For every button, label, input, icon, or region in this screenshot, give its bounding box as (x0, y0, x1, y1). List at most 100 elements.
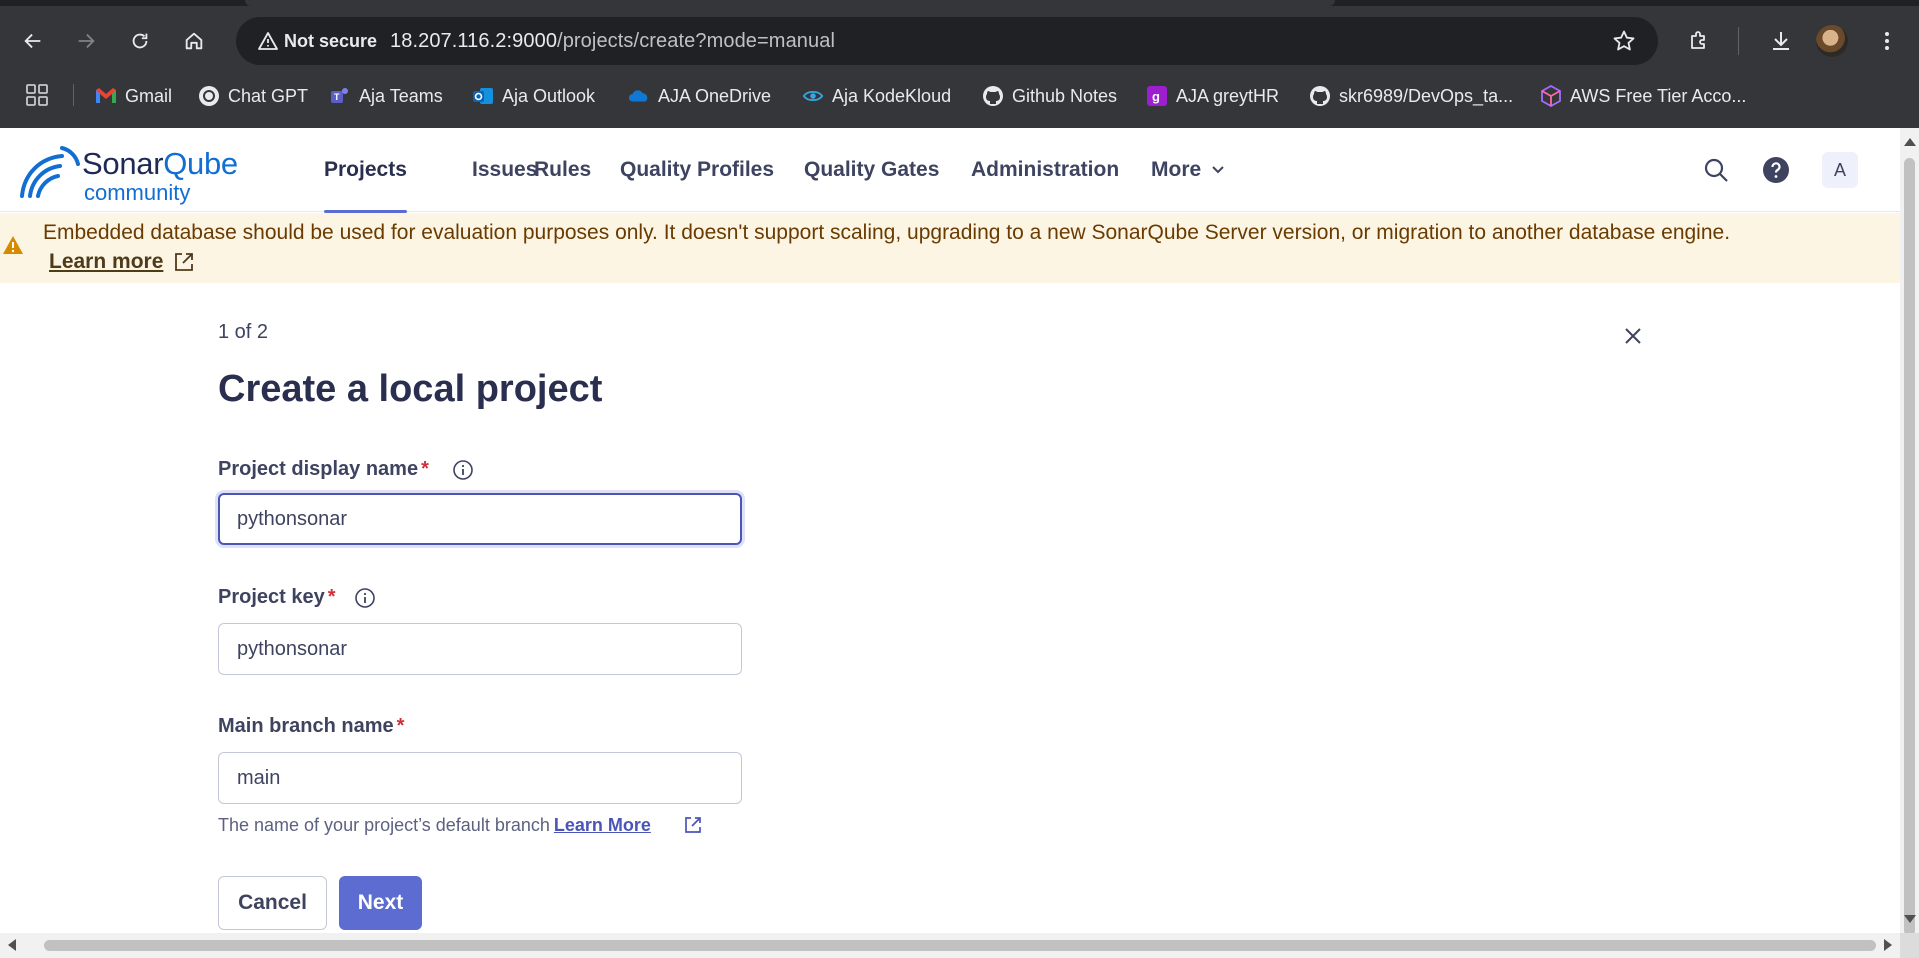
bookmark-greythr[interactable]: g AJA greytHR (1146, 78, 1279, 114)
active-tab[interactable] (245, 0, 1335, 6)
bookmark-gmail[interactable]: Gmail (95, 78, 172, 114)
browser-menu-button[interactable] (1868, 22, 1906, 60)
bookmarks-bar: Gmail Chat GPT T Aja Teams Aja Outlook A… (0, 78, 1919, 114)
back-button[interactable] (14, 22, 52, 60)
database-warning-banner: Embedded database should be used for eva… (0, 213, 1900, 283)
download-icon (1773, 32, 1789, 50)
bookmark-aws[interactable]: AWS Free Tier Acco... (1540, 78, 1746, 114)
bookmark-label: Github Notes (1012, 85, 1118, 106)
required-marker: * (327, 586, 336, 608)
info-icon[interactable] (354, 587, 376, 609)
required-marker: * (396, 715, 405, 737)
forward-button[interactable] (67, 22, 105, 60)
svg-text:T: T (334, 92, 340, 102)
home-icon (185, 32, 203, 50)
horizontal-scrollbar[interactable] (0, 933, 1900, 958)
profile-avatar[interactable] (1816, 25, 1848, 57)
scroll-left-arrow[interactable] (8, 939, 16, 951)
bookmark-label: Chat GPT (228, 85, 309, 106)
bookmark-onedrive[interactable]: AJA OneDrive (628, 78, 771, 114)
close-icon[interactable] (1619, 322, 1647, 350)
nav-projects[interactable]: Projects (324, 128, 407, 213)
sonar-waves-icon (20, 146, 80, 198)
scrollbar-corner (1900, 933, 1919, 958)
project-key-input[interactable] (218, 623, 742, 675)
sonarqube-logo[interactable]: SonarQube community (18, 142, 258, 205)
github-icon (1309, 85, 1331, 107)
aws-icon (1540, 85, 1562, 107)
branch-learn-more-link[interactable]: Learn More (554, 815, 651, 835)
next-button[interactable]: Next (339, 876, 422, 930)
scroll-up-arrow[interactable] (1904, 138, 1916, 146)
bookmark-github-devops[interactable]: skr6989/DevOps_ta... (1309, 78, 1513, 114)
openai-icon (198, 85, 220, 107)
project-key-label: Project key * (218, 586, 336, 609)
bookmark-chatgpt[interactable]: Chat GPT (198, 78, 308, 114)
search-icon (1704, 158, 1728, 182)
kodekloud-icon (802, 85, 824, 107)
logo-wordmark: SonarQube (82, 146, 238, 182)
bookmark-label: Aja Outlook (502, 85, 596, 106)
vertical-scrollbar[interactable] (1900, 128, 1919, 936)
warning-triangle-icon (3, 236, 23, 254)
onedrive-icon (628, 85, 650, 107)
required-marker: * (421, 458, 429, 480)
address-bar[interactable]: Not secure 18.207.116.2:9000/projects/cr… (236, 17, 1658, 65)
nav-administration[interactable]: Administration (971, 128, 1119, 212)
security-label: Not secure (284, 31, 378, 51)
main-branch-label: Main branch name * (218, 715, 404, 738)
bookmark-label: Gmail (125, 85, 173, 106)
scroll-right-arrow[interactable] (1884, 939, 1892, 951)
security-chip[interactable]: Not secure (246, 25, 389, 57)
nav-quality-gates[interactable]: Quality Gates (804, 128, 939, 212)
external-link-icon[interactable] (173, 251, 195, 273)
bookmark-label: AWS Free Tier Acco... (1570, 85, 1747, 106)
help-button[interactable] (1758, 152, 1794, 188)
teams-icon: T (329, 85, 351, 107)
logo-word-qube: Qube (163, 146, 238, 181)
url-text[interactable]: 18.207.116.2:9000/projects/create?mode=m… (390, 17, 835, 65)
reload-button[interactable] (121, 22, 159, 60)
branch-help-message: The name of your project’s default branc… (218, 815, 550, 835)
info-icon[interactable] (452, 459, 474, 481)
nav-more[interactable]: More (1151, 128, 1225, 212)
branch-help-text: The name of your project’s default branc… (218, 815, 651, 836)
url-path: /projects/create?mode=manual (557, 30, 836, 52)
bookmark-outlook[interactable]: Aja Outlook (472, 78, 595, 114)
search-button[interactable] (1698, 152, 1734, 188)
extensions-button[interactable] (1680, 22, 1718, 60)
nav-issues[interactable]: Issues (472, 128, 537, 212)
nav-quality-profiles[interactable]: Quality Profiles (620, 128, 774, 212)
bookmark-kodekloud[interactable]: Aja KodeKloud (802, 78, 951, 114)
main-branch-input[interactable] (218, 752, 742, 804)
project-display-name-input[interactable] (218, 493, 742, 545)
tab-strip (0, 0, 1919, 6)
logo-word-sonar: Sonar (82, 146, 164, 181)
bookmark-teams[interactable]: T Aja Teams (329, 78, 443, 114)
bookmark-label: skr6989/DevOps_ta... (1339, 85, 1514, 106)
step-indicator: 1 of 2 (218, 321, 269, 343)
outlook-icon (472, 85, 494, 107)
kebab-menu-icon (1885, 32, 1889, 50)
nav-rules[interactable]: Rules (534, 128, 591, 212)
main-branch-label-text: Main branch name (218, 715, 394, 737)
bookmark-github-notes[interactable]: Github Notes (982, 78, 1117, 114)
url-host: 18.207.116.2:9000 (390, 30, 558, 52)
user-avatar[interactable]: A (1822, 152, 1858, 188)
learn-more-link[interactable]: Learn more (49, 250, 163, 274)
cancel-button[interactable]: Cancel (218, 876, 327, 930)
scroll-down-arrow[interactable] (1904, 915, 1916, 923)
bookmark-label: Aja KodeKloud (832, 85, 952, 106)
puzzle-icon (1691, 31, 1705, 49)
downloads-button[interactable] (1762, 22, 1800, 60)
bookmark-label: AJA greytHR (1176, 85, 1280, 106)
external-link-icon[interactable] (683, 815, 703, 835)
star-icon[interactable] (1612, 29, 1636, 53)
top-navigation: SonarQube community Projects Issues Rule… (0, 128, 1900, 213)
vertical-scroll-thumb[interactable] (1904, 158, 1915, 936)
horizontal-scroll-thumb[interactable] (44, 940, 1876, 951)
home-button[interactable] (175, 22, 213, 60)
question-circle-icon (1763, 157, 1789, 183)
svg-text:g: g (1152, 89, 1160, 104)
browser-chrome: Not secure 18.207.116.2:9000/projects/cr… (0, 0, 1919, 128)
